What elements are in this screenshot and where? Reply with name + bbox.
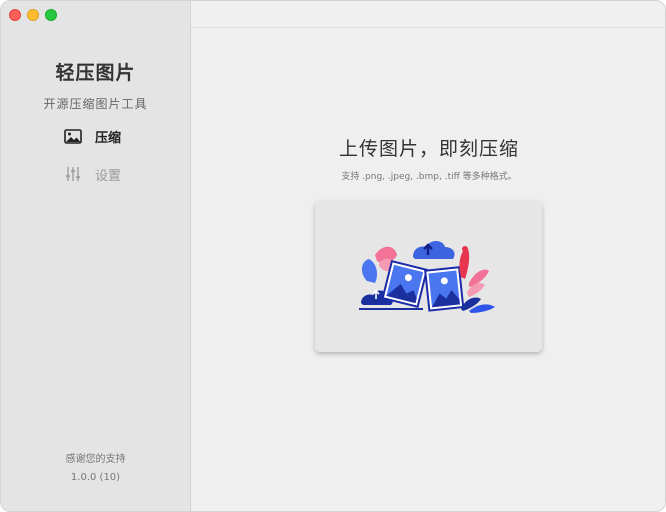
title-bar: [191, 1, 665, 28]
image-icon: [63, 127, 83, 145]
sidebar: 轻压图片 开源压缩图片工具 压缩 设置 感谢您的支持 1.0.0 (10): [1, 1, 191, 511]
thanks-text: 感谢您的支持: [65, 454, 126, 465]
sidebar-item-label: 设置: [95, 168, 122, 184]
sidebar-item-compress[interactable]: 压缩: [63, 125, 121, 147]
app-window: 轻压图片 开源压缩图片工具 压缩 设置 感谢您的支持 1.0.0 (10) 上传…: [0, 0, 666, 512]
upload-dropzone[interactable]: [315, 201, 542, 352]
version-text: 1.0.0 (10): [70, 472, 121, 483]
minimize-button[interactable]: [27, 9, 39, 21]
app-title: 轻压图片: [55, 62, 136, 84]
supported-formats-hint: 支持 .png, .jpeg, .bmp, .tiff 等多种格式。: [341, 172, 517, 182]
upload-headline: 上传图片，即刻压缩: [338, 138, 519, 160]
sidebar-item-settings[interactable]: 设置: [63, 163, 121, 185]
sliders-icon: [63, 165, 83, 183]
sidebar-item-label: 压缩: [95, 130, 122, 146]
close-button[interactable]: [9, 9, 21, 21]
app-subtitle: 开源压缩图片工具: [43, 97, 148, 111]
zoom-button[interactable]: [45, 9, 57, 21]
main-panel: 上传图片，即刻压缩 支持 .png, .jpeg, .bmp, .tiff 等多…: [191, 28, 665, 511]
upload-images-illustration: [359, 241, 495, 313]
traffic-lights: [9, 9, 57, 21]
